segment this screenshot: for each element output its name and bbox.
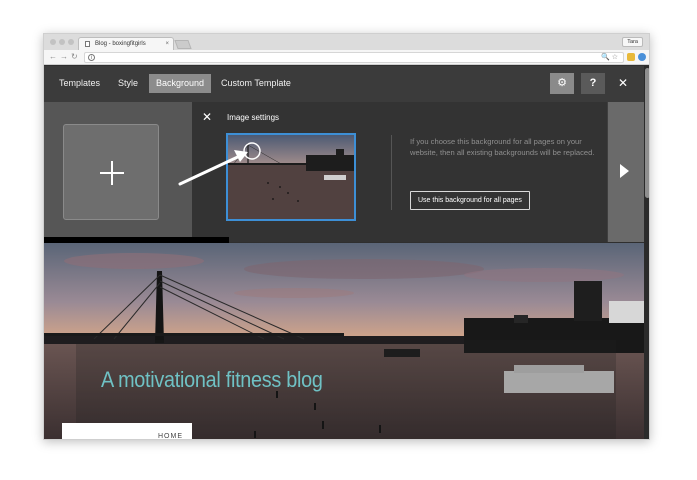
sunset-photo bbox=[228, 135, 354, 219]
settings-gear-button[interactable]: ⚙ bbox=[550, 73, 574, 94]
tab-title: Blog - boxingfitgirls bbox=[95, 41, 146, 47]
page-scrollbar[interactable] bbox=[644, 66, 649, 439]
editor-nav-bar: Templates Style Background Custom Templa… bbox=[44, 66, 649, 102]
next-arrow-icon[interactable] bbox=[620, 164, 629, 178]
minimize-window-dot[interactable] bbox=[59, 39, 65, 45]
address-bar[interactable]: i 🔍☆ bbox=[84, 52, 624, 63]
browser-tab[interactable]: Blog - boxingfitgirls × bbox=[78, 37, 174, 50]
close-editor-icon[interactable]: ✕ bbox=[615, 74, 631, 93]
panel-divider bbox=[391, 135, 392, 210]
document-icon bbox=[85, 41, 90, 47]
background-thumbnail[interactable] bbox=[226, 133, 356, 221]
tab-style[interactable]: Style bbox=[111, 74, 145, 93]
extension-globe-icon[interactable] bbox=[638, 53, 646, 61]
background-list-panel bbox=[44, 102, 192, 242]
image-settings-panel: ✕ Image settings If you choose this back… bbox=[192, 102, 607, 242]
browser-window: Blog - boxingfitgirls × Tara ← → ↻ i 🔍☆ … bbox=[43, 33, 650, 440]
site-preview: A motivational fitness blog HOME bbox=[44, 243, 644, 439]
info-icon[interactable]: i bbox=[88, 54, 95, 61]
tab-background[interactable]: Background bbox=[149, 74, 212, 93]
tab-custom-template[interactable]: Custom Template bbox=[214, 74, 298, 93]
close-window-dot[interactable] bbox=[50, 39, 56, 45]
add-background-button[interactable] bbox=[63, 124, 159, 220]
scrollbar-thumb[interactable] bbox=[645, 68, 649, 198]
reload-icon[interactable]: ↻ bbox=[71, 52, 78, 62]
maximize-window-dot[interactable] bbox=[68, 39, 74, 45]
site-title[interactable]: A motivational fitness blog bbox=[101, 367, 323, 393]
extension-folder-icon[interactable] bbox=[627, 53, 635, 61]
new-tab-button[interactable] bbox=[174, 40, 192, 49]
profile-button[interactable]: Tara bbox=[622, 37, 643, 47]
site-menu: HOME bbox=[62, 423, 192, 439]
menu-item-home[interactable]: HOME bbox=[158, 433, 183, 439]
tab-close-icon[interactable]: × bbox=[165, 38, 169, 50]
browser-toolbar: ← → ↻ i 🔍☆ bbox=[44, 50, 649, 65]
tab-templates[interactable]: Templates bbox=[52, 74, 107, 93]
help-button[interactable]: ? bbox=[581, 73, 605, 94]
background-info-text: If you choose this background for all pa… bbox=[410, 137, 595, 157]
bookmark-star-icon[interactable]: 🔍☆ bbox=[601, 53, 620, 62]
forward-icon[interactable]: → bbox=[60, 52, 68, 62]
use-background-all-pages-button[interactable]: Use this background for all pages bbox=[410, 191, 530, 210]
close-image-settings-icon[interactable]: ✕ bbox=[202, 111, 212, 123]
image-settings-title: Image settings bbox=[227, 113, 280, 122]
tab-strip: Blog - boxingfitgirls × Tara bbox=[44, 34, 649, 50]
back-icon[interactable]: ← bbox=[49, 52, 57, 62]
